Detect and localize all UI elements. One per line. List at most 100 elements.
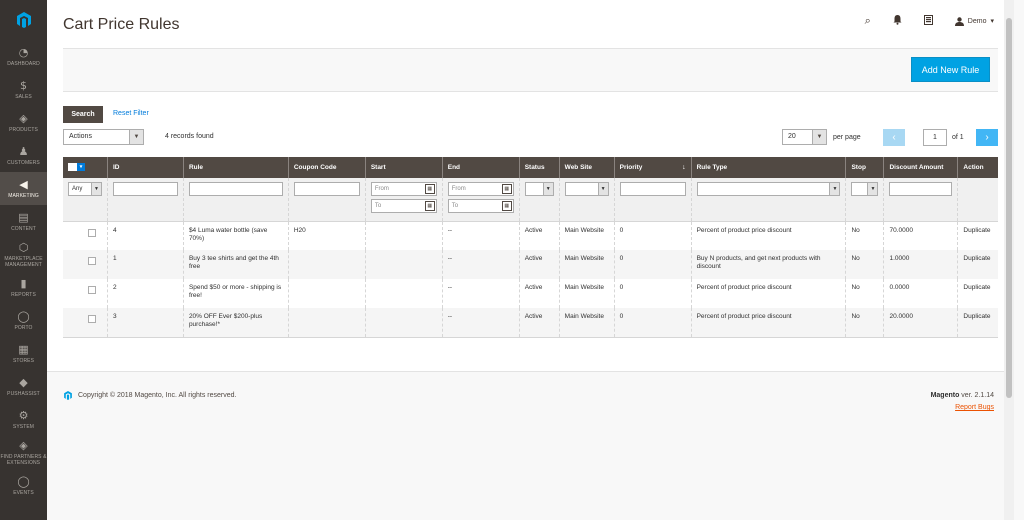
- cell-status: Active: [518, 308, 560, 338]
- calendar-icon[interactable]: ▦: [424, 184, 435, 194]
- sidebar-item-reports[interactable]: ▮ REPORTS: [0, 271, 47, 304]
- filter-stop-select[interactable]: ▼: [851, 182, 879, 196]
- sidebar-item-sales[interactable]: $ SALES: [0, 73, 47, 106]
- scrollbar-thumb[interactable]: [1006, 18, 1012, 398]
- table-row[interactable]: 4 $4 Luma water bottle (save 70%) H20 -- Act…: [63, 221, 998, 250]
- vertical-scrollbar[interactable]: [1004, 0, 1014, 520]
- cell-id: 2: [107, 279, 184, 308]
- row-checkbox[interactable]: [88, 315, 96, 323]
- admin-sidebar: ◔ DASHBOARD $ SALES ◈ PRODUCTS ♟ CUSTOMERS ◀ MARK…: [0, 0, 47, 520]
- column-header-rule-type[interactable]: Rule Type: [690, 157, 846, 178]
- cell-action[interactable]: Duplicate: [957, 221, 998, 250]
- column-header-action: Action: [957, 157, 998, 178]
- sidebar-item-events[interactable]: ◯ EVENTS: [0, 469, 47, 502]
- filter-start-from-input[interactable]: From ▦: [370, 182, 437, 196]
- sidebar-item-find-partners-extensions[interactable]: ◈ FIND PARTNERS & EXTENSIONS: [0, 436, 47, 469]
- user-account-menu[interactable]: Demo ▾: [954, 16, 994, 26]
- column-header-priority[interactable]: Priority ↓: [613, 157, 692, 178]
- cell-priority: 0: [613, 308, 692, 338]
- column-header-id[interactable]: ID: [107, 157, 184, 178]
- column-header-end[interactable]: End: [441, 157, 520, 178]
- store-icon: ▦: [18, 342, 29, 356]
- sidebar-item-label: FIND PARTNERS & EXTENSIONS: [0, 453, 47, 466]
- sidebar-item-label: PRODUCTS: [9, 126, 38, 133]
- add-new-rule-button[interactable]: Add New Rule: [911, 57, 990, 82]
- magento-logo-icon: [64, 391, 72, 400]
- report-bugs-link[interactable]: Report Bugs: [955, 404, 994, 411]
- filter-rule-input[interactable]: [188, 182, 283, 196]
- column-header-status[interactable]: Status: [518, 157, 560, 178]
- filter-rule-cell: [182, 178, 289, 222]
- calendar-icon[interactable]: ▦: [501, 184, 512, 194]
- cell-coupon: H20: [287, 221, 366, 250]
- sidebar-item-content[interactable]: ▤ CONTENT: [0, 205, 47, 238]
- calendar-icon[interactable]: ▦: [501, 201, 512, 211]
- calendar-icon[interactable]: ▦: [424, 201, 435, 211]
- magento-version: Magento ver. 2.1.14: [931, 392, 994, 399]
- sidebar-item-porto[interactable]: ◯ PORTO: [0, 304, 47, 337]
- sidebar-item-stores[interactable]: ▦ STORES: [0, 337, 47, 370]
- sidebar-item-customers[interactable]: ♟ CUSTOMERS: [0, 139, 47, 172]
- cell-end: --: [441, 221, 520, 250]
- column-header-discount-amount[interactable]: Discount Amount: [883, 157, 958, 178]
- partners-icon: ◈: [19, 438, 28, 452]
- mass-select-header[interactable]: ▾: [63, 157, 108, 178]
- previous-page-button[interactable]: ‹: [883, 129, 905, 146]
- column-header-coupon-code[interactable]: Coupon Code: [287, 157, 366, 178]
- filter-status-select[interactable]: ▼: [524, 182, 554, 196]
- reset-filter-link[interactable]: Reset Filter: [113, 110, 149, 117]
- filter-start-cell: From ▦ To ▦: [364, 178, 443, 222]
- row-checkbox[interactable]: [88, 257, 96, 265]
- search-button[interactable]: Search: [63, 106, 103, 123]
- filter-start-to-input[interactable]: To ▦: [370, 199, 437, 213]
- search-icon[interactable]: ⌕: [865, 14, 871, 28]
- from-placeholder: From: [451, 186, 466, 192]
- sidebar-item-marketplace-management[interactable]: ⬡ MARKETPLACE MANAGEMENT: [0, 238, 47, 271]
- box-icon: ◈: [19, 111, 28, 125]
- table-row[interactable]: 1 Buy 3 tee shirts and get the 4th free --…: [63, 250, 998, 279]
- filter-status-cell: ▼: [518, 178, 560, 222]
- cell-action[interactable]: Duplicate: [957, 279, 998, 308]
- filter-priority-input[interactable]: [619, 182, 686, 196]
- cell-stop: No: [845, 221, 884, 250]
- sidebar-item-products[interactable]: ◈ PRODUCTS: [0, 106, 47, 139]
- filter-end-from-input[interactable]: From ▦: [447, 182, 514, 196]
- row-checkbox[interactable]: [88, 228, 96, 237]
- to-placeholder: To: [374, 203, 382, 209]
- column-header-web-site[interactable]: Web Site: [558, 157, 615, 178]
- filter-coupon-input[interactable]: [293, 182, 360, 196]
- sidebar-item-marketing[interactable]: ◀ MARKETING: [0, 172, 47, 205]
- next-page-button[interactable]: ›: [976, 129, 998, 146]
- sidebar-item-dashboard[interactable]: ◔ DASHBOARD: [0, 40, 47, 73]
- current-page-input[interactable]: 1: [923, 129, 947, 146]
- filter-rule-type-select[interactable]: ▼: [696, 182, 841, 196]
- cell-action[interactable]: Duplicate: [957, 250, 998, 279]
- row-checkbox[interactable]: [88, 286, 96, 294]
- table-row[interactable]: 3 20% OFF Ever $200-plus purchase!* -- Acti…: [63, 308, 998, 338]
- mass-filter-select[interactable]: Any ▼: [68, 182, 102, 196]
- column-header-start[interactable]: Start: [364, 157, 443, 178]
- sidebar-item-label: STORES: [12, 357, 35, 364]
- sidebar-item-label: EVENTS: [13, 489, 34, 496]
- per-page-select[interactable]: 20 ▼: [782, 129, 827, 145]
- mass-actions-select[interactable]: Actions ▼: [63, 129, 144, 145]
- notifications-bell-icon[interactable]: [893, 14, 902, 28]
- sidebar-item-system[interactable]: ⚙ SYSTEM: [0, 403, 47, 436]
- filter-website-select[interactable]: ▼: [564, 182, 609, 196]
- filter-discount-input[interactable]: [889, 182, 953, 196]
- grid-header-row: ▾ ID Rule Coupon Code Start End Status W…: [63, 157, 998, 178]
- column-header-rule[interactable]: Rule: [182, 157, 289, 178]
- cell-action[interactable]: Duplicate: [957, 308, 998, 338]
- sidebar-item-pushassist[interactable]: ◆ PUSHASSIST: [0, 370, 47, 403]
- chevron-down-icon[interactable]: ▾: [77, 162, 85, 171]
- magento-logo[interactable]: [0, 0, 47, 40]
- to-placeholder: To: [451, 203, 459, 209]
- table-row[interactable]: 2 Spend $50 or more - shipping is free! --…: [63, 279, 998, 308]
- system-messages-icon[interactable]: [923, 14, 933, 28]
- page-title: Cart Price Rules: [63, 16, 180, 33]
- column-header-stop[interactable]: Stop: [845, 157, 884, 178]
- reports-icon: ▮: [20, 276, 27, 290]
- filter-end-to-input[interactable]: To ▦: [447, 199, 514, 213]
- filter-id-input[interactable]: [113, 182, 178, 196]
- select-all-checkbox[interactable]: [68, 162, 77, 171]
